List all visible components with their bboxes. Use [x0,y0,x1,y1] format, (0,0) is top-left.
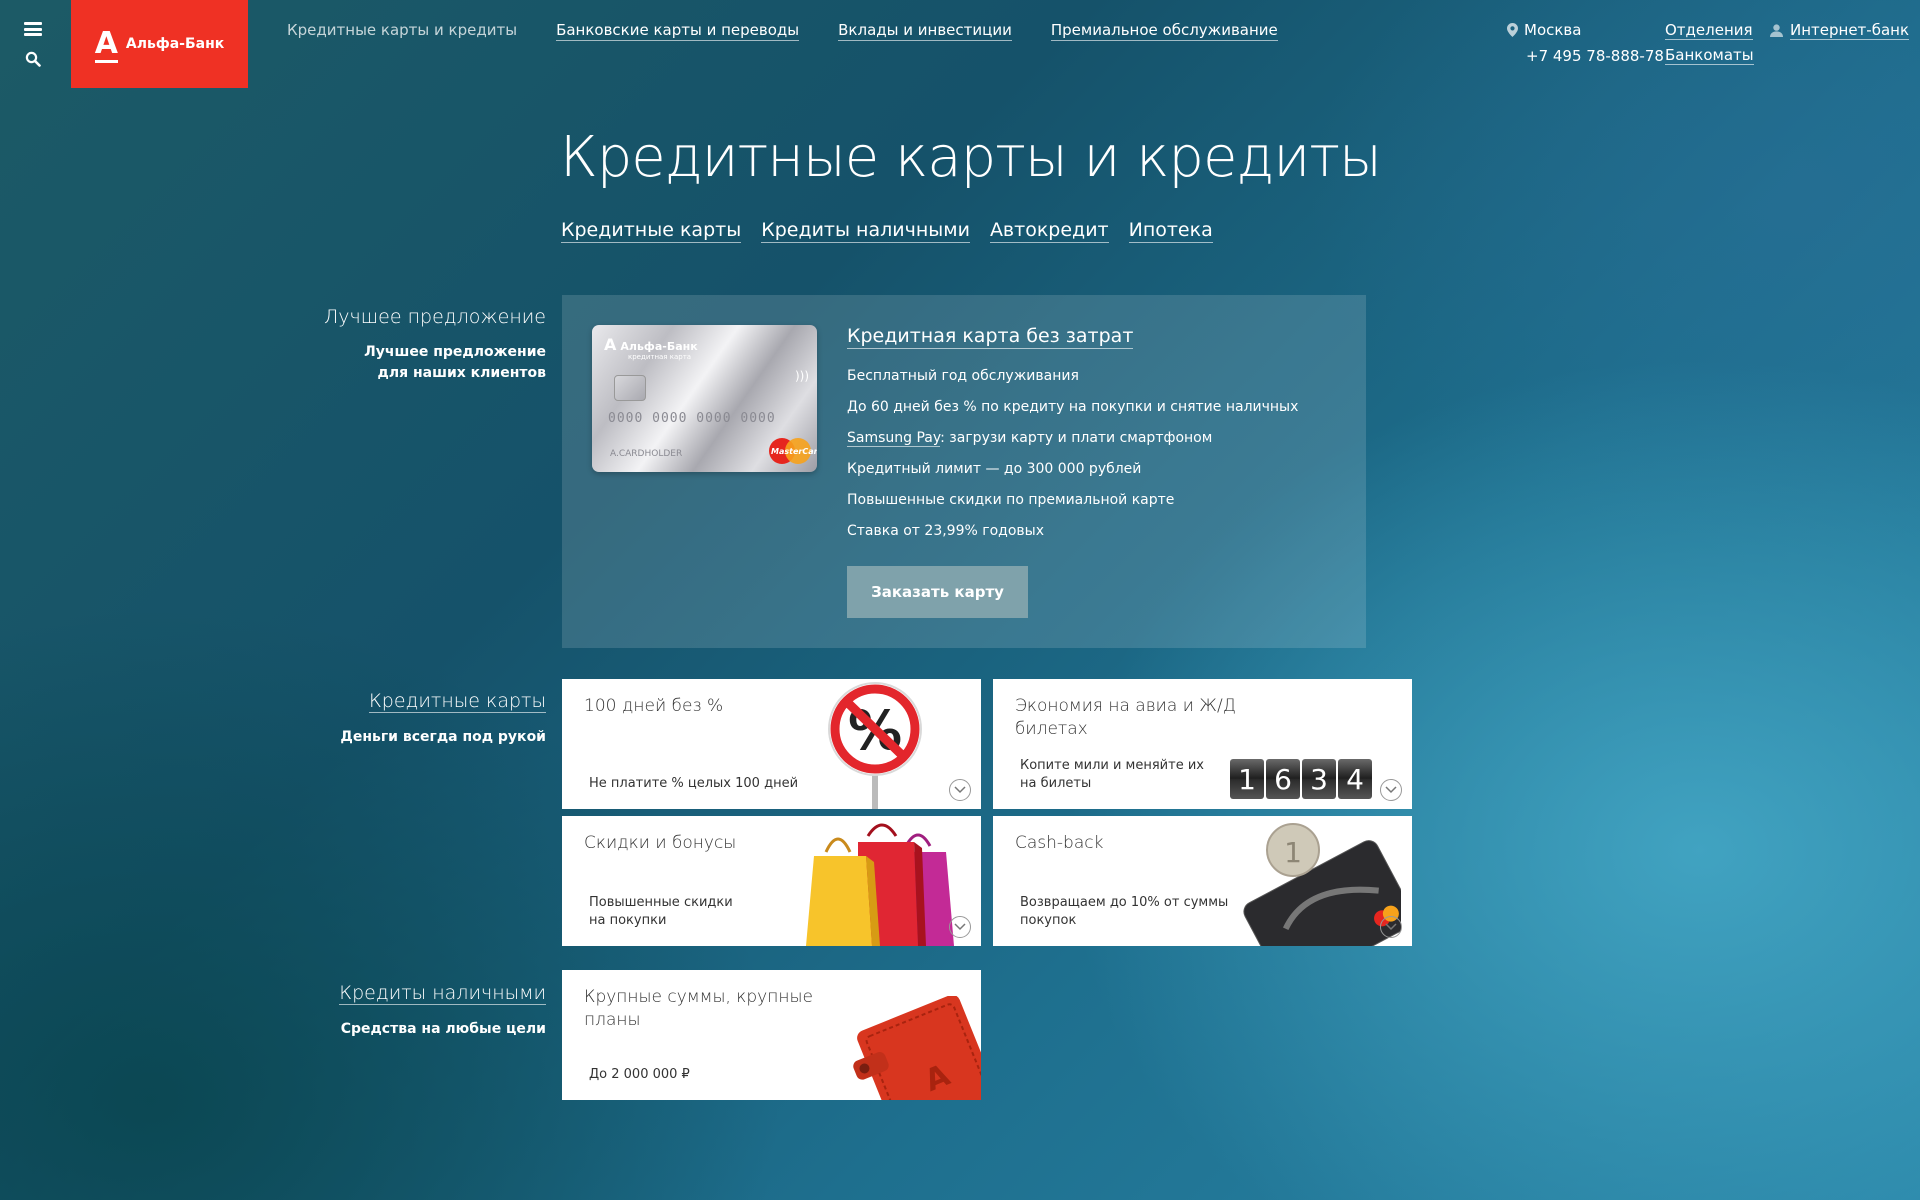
tile-desc-line2: покупок [1020,913,1077,928]
search-icon[interactable] [25,51,41,67]
tile-desc: Копите мили и меняйте их на билеты [1020,757,1204,793]
chevron-down-icon[interactable] [949,916,971,938]
tile-title: 100 дней без % [584,696,724,716]
counter-digit: 4 [1338,759,1372,799]
samsung-pay-text: : загрузи карту и плати смартфоном [940,430,1213,446]
logo-letter: А [94,26,119,63]
internet-bank-link[interactable]: Интернет-банк [1790,21,1910,40]
best-offer-subtitle-line2: для наших клиентов [377,365,546,381]
location-pin-icon [1507,23,1518,37]
offer-features: Бесплатный год обслуживания До 60 дней б… [847,368,1298,554]
nav-premium-service[interactable]: Премиальное обслуживание [1050,21,1278,41]
tile-air-rail-savings[interactable]: Экономия на авиа и Ж/Д билетах Копите ми… [993,679,1412,809]
card-holder: A.CARDHOLDER [610,449,683,459]
feature-item: До 60 дней без % по кредиту на покупки и… [847,399,1299,415]
credit-cards-section-title[interactable]: Кредитные карты [368,690,546,713]
miles-counter: 1 6 3 4 [1230,759,1372,799]
tile-large-sums[interactable]: Крупные суммы, крупные планы До 2 000 00… [562,970,981,1100]
menu-icon[interactable] [24,22,42,36]
top-nav: Кредитные карты и кредиты Банковские кар… [287,21,1278,41]
city-selector[interactable]: Москва [1507,21,1664,39]
feature-item: Бесплатный год обслуживания [847,368,1079,384]
best-offer-label: Лучшее предложение Лучшее предложение дл… [324,306,546,384]
samsung-pay-link[interactable]: Samsung Pay [847,430,941,447]
no-percent-sign-icon: % [828,682,922,809]
tile-100-days[interactable]: 100 дней без % Не платите % целых 100 дн… [562,679,981,809]
shopping-bags-icon [806,823,954,946]
tile-title: Скидки и бонусы [584,833,737,853]
feature-item: Повышенные скидки по премиальной карте [847,492,1175,508]
chevron-down-icon[interactable] [1380,779,1402,801]
user-icon [1770,24,1783,37]
subnav-mortgage[interactable]: Ипотека [1128,219,1213,243]
card-logo: А Альфа-Банк [604,335,698,354]
subnav-auto-loan[interactable]: Автокредит [989,219,1109,243]
tile-desc-line2: на билеты [1020,776,1092,791]
credit-cards-label: Кредитные карты Деньги всегда под рукой [340,690,546,748]
offices-link[interactable]: Отделения [1665,21,1753,40]
feature-item: Кредитный лимит — до 300 000 рублей [847,461,1142,477]
chevron-down-icon[interactable] [1380,916,1402,938]
region-block: Москва +7 495 78-888-78 [1507,21,1664,65]
tile-desc-line2: на покупки [589,913,667,928]
phone-number[interactable]: +7 495 78-888-78 [1526,47,1664,65]
wallet-icon: А [853,996,981,1100]
mastercard-logo: MasterCard [769,438,817,464]
logo-text: Альфа-Банк [125,36,225,52]
cash-loans-label: Кредиты наличными Средства на любые цели [339,982,546,1040]
logo[interactable]: А Альфа-Банк [71,0,248,88]
page-title: Кредитные карты и кредиты [560,125,1382,190]
best-offer-title: Лучшее предложение [324,306,546,328]
card-brand: Альфа-Банк [620,340,698,353]
card-chip-icon [614,375,646,401]
sub-nav: Кредитные карты Кредиты наличными Автокр… [561,219,1213,243]
nav-bank-cards-transfers[interactable]: Банковские карты и переводы [556,21,800,41]
internet-bank: Интернет-банк [1770,21,1910,40]
nav-deposits-investments[interactable]: Вклады и инвестиции [838,21,1012,41]
tile-desc-line1: Копите мили и меняйте их [1020,758,1204,773]
city-name: Москва [1524,21,1582,39]
subnav-cash-loans[interactable]: Кредиты наличными [761,219,970,243]
svg-text:1: 1 [1284,836,1302,869]
cash-loans-section-title[interactable]: Кредиты наличными [339,982,546,1005]
card-number: 0000 0000 0000 0000 [608,411,776,426]
tile-desc-line1: Повышенные скидки [589,895,733,910]
card-type: кредитная карта [628,353,692,361]
best-offer-subtitle: Лучшее предложение для наших клиентов [324,342,546,384]
contactless-icon: ))) [794,369,809,383]
tile-cash-back[interactable]: Cash-back Возвращаем до 10% от суммы пок… [993,816,1412,946]
atms-link[interactable]: Банкоматы [1665,46,1754,65]
feature-item-samsung: Samsung Pay: загрузи карту и плати смарт… [847,430,1298,461]
best-offer-panel: А Альфа-Банк кредитная карта ))) 0000 000… [562,295,1366,648]
credit-card-image[interactable]: А Альфа-Банк кредитная карта ))) 0000 000… [592,325,817,472]
order-card-button[interactable]: Заказать карту [847,566,1028,618]
mastercard-text: MasterCard [771,447,817,456]
credit-cards-subtitle: Деньги всегда под рукой [340,729,546,745]
cashback-card-coin-icon: 1 [1243,823,1401,946]
offices-block: Отделения Банкоматы [1665,21,1754,71]
tile-discounts-bonuses[interactable]: Скидки и бонусы Повышенные скидки на пок… [562,816,981,946]
tile-desc: Возвращаем до 10% от суммы покупок [1020,894,1228,930]
offer-card-title[interactable]: Кредитная карта без затрат [847,325,1134,349]
tile-desc-line1: Возвращаем до 10% от суммы [1020,895,1229,910]
counter-digit: 1 [1230,759,1264,799]
counter-digit: 6 [1266,759,1300,799]
tile-desc: До 2 000 000 ₽ [589,1067,690,1082]
best-offer-subtitle-line1: Лучшее предложение [364,344,546,360]
tile-desc: Не платите % целых 100 дней [589,776,799,791]
subnav-credit-cards[interactable]: Кредитные карты [561,219,742,243]
tile-desc: Повышенные скидки на покупки [589,894,733,930]
card-logo-letter: А [604,335,617,354]
counter-digit: 3 [1302,759,1336,799]
tile-title: Экономия на авиа и Ж/Д билетах [1015,696,1236,739]
tile-title: Cash-back [1015,833,1104,853]
cash-loans-subtitle: Средства на любые цели [340,1021,546,1037]
chevron-down-icon[interactable] [949,779,971,801]
nav-credit-cards-loans[interactable]: Кредитные карты и кредиты [287,21,517,41]
feature-item: Ставка от 23,99% годовых [847,523,1045,539]
tile-title: Крупные суммы, крупные планы [584,987,813,1030]
